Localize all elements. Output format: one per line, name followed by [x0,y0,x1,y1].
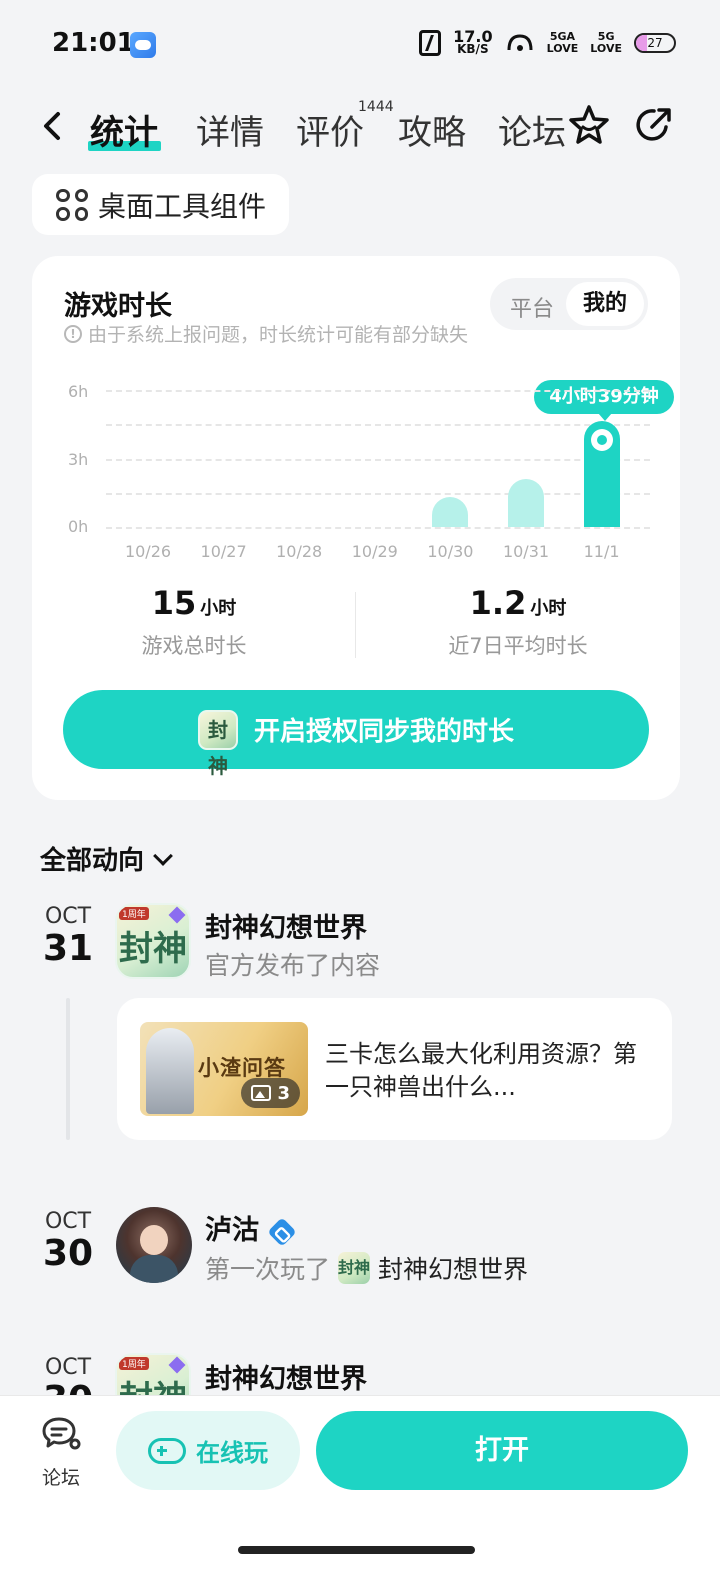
reviews-count-badge: 1444 [358,99,394,115]
total-playtime-unit: 小时 [200,598,237,619]
average-playtime-unit: 小时 [530,598,567,619]
desktop-widget-label: 桌面工具组件 [98,189,267,223]
widget-grid-icon [56,188,88,221]
playtime-chart: 6h 3h 0h 4小时39分钟 10/26 10/27 10/28 10/29 10/… [32,366,680,566]
character-figure [146,1028,194,1114]
chart-gridline [106,458,650,461]
gamepad-icon [148,1437,186,1464]
verified-badge-icon [267,1216,297,1247]
status-indicators: 17.0 KB/S 5GA LOVE 5G LOVE 27 [419,27,676,56]
playtime-title: 游戏时长 [64,291,172,322]
x-tick: 10/29 [351,542,398,561]
open-game-button[interactable]: 打开 [316,1411,688,1490]
x-tick: 10/27 [200,542,247,561]
y-tick: 6h [68,382,89,401]
total-playtime-label: 游戏总时长 [141,634,247,658]
post-text: 三卡怎么最大化利用资源？第一只神兽出什么... [325,1040,637,1101]
total-playtime-value: 15 [151,584,197,622]
bottom-action-bar: 论坛 在线玩 打开 [0,1395,720,1585]
feed-item-title[interactable]: 封神幻想世界 [205,1357,367,1396]
signal-5ga: 5GA LOVE [546,30,579,55]
x-tick: 11/1 [583,542,620,561]
tab-details[interactable]: 详情 [196,105,264,154]
bar-marker-dot [590,428,613,451]
chevron-down-icon [153,845,173,866]
chart-bar[interactable] [432,497,469,527]
feed-item-subtitle: 第一次玩了 封神 封神幻想世界 [205,1250,528,1286]
x-tick: 10/26 [124,542,172,561]
status-time: 21:01 [52,28,135,58]
average-playtime-value: 1.2 [469,584,527,622]
chart-gridline [106,424,650,427]
chart-gridline [106,492,650,495]
total-playtime: 15 小时 游戏总时长 [32,584,356,660]
toggle-mine[interactable]: 我的 [566,282,644,326]
favorite-star-icon[interactable] [567,103,611,147]
hotspot-icon [507,34,533,51]
forum-chat-icon [42,1417,81,1450]
feed-date: OCT 31 [42,904,94,969]
game-name-link[interactable]: 封神幻想世界 [378,1250,528,1286]
desktop-widget-button[interactable]: 桌面工具组件 [32,174,289,235]
tab-stats[interactable]: 统计 [90,105,158,154]
weather-icon [130,32,156,58]
play-online-label: 在线玩 [196,1439,268,1467]
sync-playtime-label: 开启授权同步我的时长 [253,717,514,747]
average-playtime-label: 近7日平均时长 [448,634,588,658]
tab-reviews[interactable]: 评价 [296,105,364,154]
nfc-icon [419,30,442,56]
avatar[interactable] [116,1207,192,1283]
share-icon[interactable] [632,103,676,147]
feed-item-title[interactable]: 封神幻想世界 [205,906,367,945]
playtime-note: ! 由于系统上报问题，时长统计可能有部分缺失 [64,320,468,347]
playtime-tooltip: 4小时39分钟 [534,380,674,421]
feed-filter-dropdown[interactable]: 全部动向 [40,840,173,877]
status-bar: 21:01 17.0 KB/S 5GA LOVE 5G LOVE 27 [0,0,720,90]
x-tick: 10/28 [276,542,323,561]
timeline-line [66,998,70,1140]
chart-bar[interactable] [583,420,620,527]
toggle-platform[interactable]: 平台 [510,291,554,323]
game-app-icon[interactable]: 1周年 封神 [115,903,191,979]
y-tick: 3h [68,450,89,469]
feed-filter-label: 全部动向 [40,846,145,876]
chart-gridline [106,390,650,392]
feed-item-title[interactable]: 泸沽 [205,1208,297,1247]
game-app-icon: 封神 [338,1252,370,1284]
network-speed: 17.0 KB/S [453,27,493,56]
x-tick: 10/31 [502,542,550,561]
playtime-card: 游戏时长 ! 由于系统上报问题，时长统计可能有部分缺失 平台 我的 6h 3h … [32,256,680,800]
top-nav: 统计 详情 评价 1444 攻略 论坛 [0,95,720,165]
chart-bar[interactable] [508,479,544,527]
forum-label: 论坛 [41,1467,80,1489]
average-playtime: 1.2 小时 近7日平均时长 [356,584,680,660]
sync-playtime-button[interactable]: 封神 开启授权同步我的时长 [63,690,649,778]
chart-gridline [106,527,650,529]
home-indicator [238,1546,475,1554]
forum-button[interactable]: 论坛 [28,1416,94,1490]
image-count-badge: 3 [241,1078,300,1108]
image-icon [251,1085,272,1101]
y-tick: 0h [68,517,89,536]
tab-forum[interactable]: 论坛 [498,105,566,154]
playtime-scope-toggle: 平台 我的 [490,278,648,330]
tab-guides[interactable]: 攻略 [398,105,466,154]
feed-date: OCT 30 [42,1209,94,1274]
feed-item-subtitle: 官方发布了内容 [205,951,381,980]
post-thumbnail: 小渣问答 3 [140,1022,308,1116]
info-icon: ! [64,324,82,343]
battery-icon: 27 [634,33,676,53]
x-tick: 10/30 [427,542,474,561]
back-icon[interactable] [38,111,68,141]
post-card[interactable]: 小渣问答 3 三卡怎么最大化利用资源？第一只神兽出什么... [117,998,672,1140]
signal-5g: 5G LOVE [590,30,622,55]
game-app-icon: 封神 [197,709,238,778]
play-online-button[interactable]: 在线玩 [116,1411,300,1490]
